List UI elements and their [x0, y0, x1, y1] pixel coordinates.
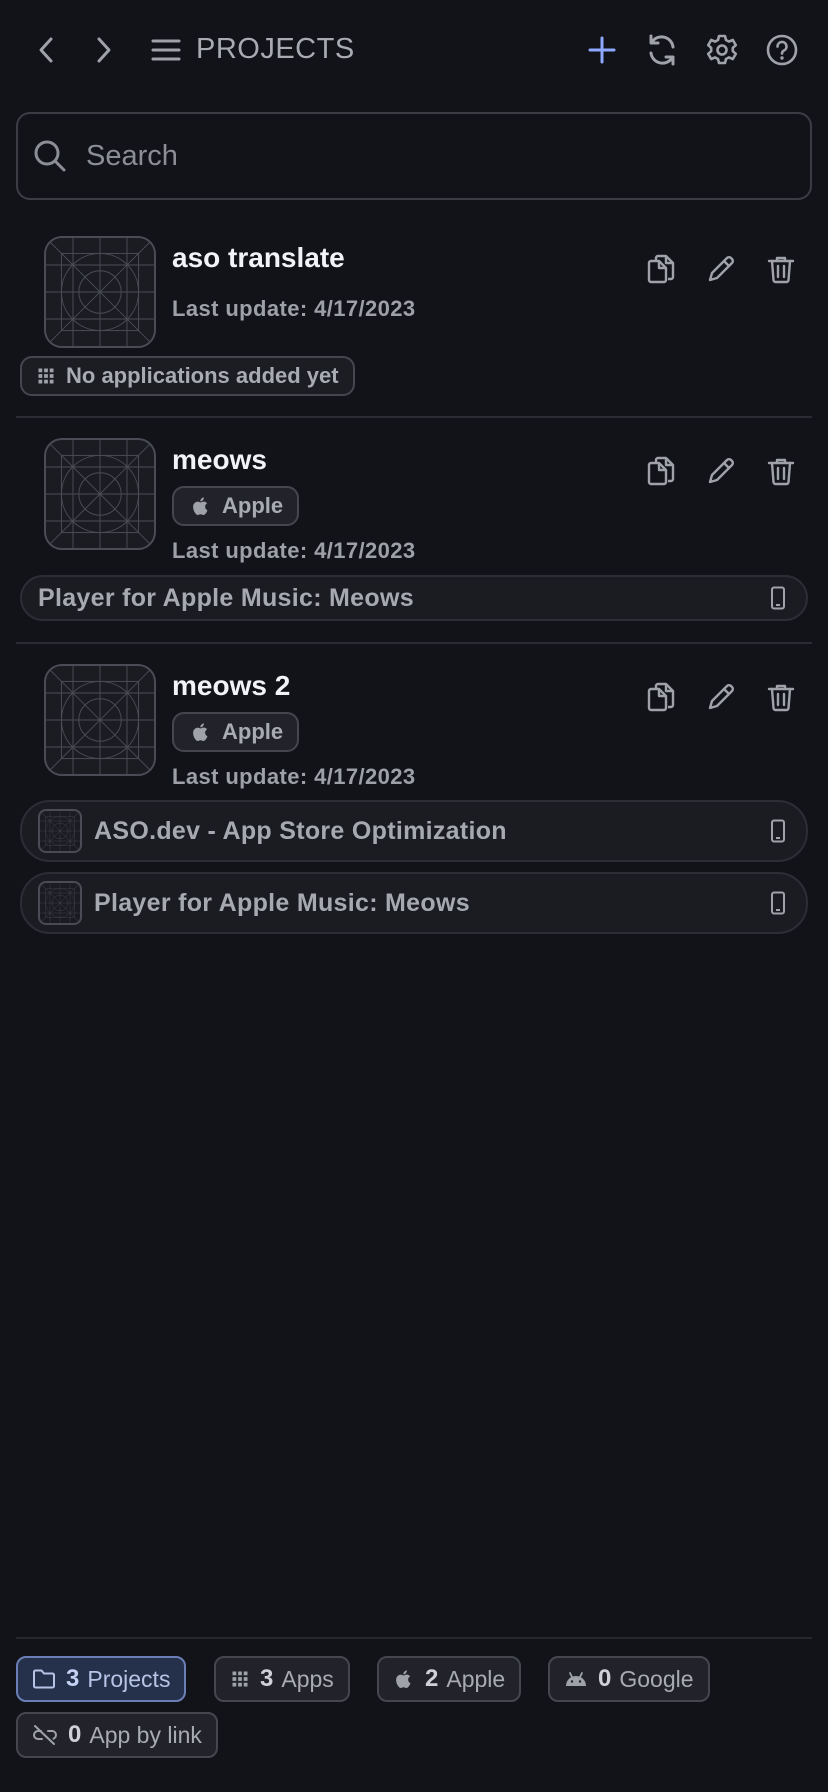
app-item[interactable]: Player for Apple Music: Meows: [20, 575, 808, 621]
stat-app-by-link[interactable]: 0 App by link: [16, 1712, 218, 1758]
android-icon: [566, 1672, 586, 1686]
help-button[interactable]: [762, 30, 802, 70]
store-label: Apple: [222, 493, 284, 518]
divider: [16, 416, 812, 418]
project-icon-placeholder: [44, 438, 156, 550]
pencil-icon: [705, 253, 737, 285]
chevron-right-icon: [97, 37, 111, 63]
project-name: meows 2: [172, 670, 291, 701]
project-actions: [622, 450, 802, 492]
project-name: meows: [172, 444, 267, 475]
edit-button[interactable]: [700, 450, 742, 492]
no-apps-chip: No applications added yet: [20, 356, 355, 396]
pencil-icon: [705, 681, 737, 713]
store-badge-apple: Apple: [172, 486, 300, 526]
search-icon: [34, 140, 66, 172]
no-apps-label: No applications added yet: [66, 363, 339, 388]
settings-button[interactable]: [702, 30, 742, 70]
stat-label: Apple: [446, 1665, 506, 1692]
edit-button[interactable]: [700, 248, 742, 290]
menu-button[interactable]: [146, 30, 186, 70]
gear-icon: [706, 34, 738, 65]
delete-button[interactable]: [760, 248, 802, 290]
stat-label: Google: [619, 1665, 694, 1692]
edit-button[interactable]: [700, 676, 742, 718]
stat-google[interactable]: 0 Google: [548, 1656, 710, 1702]
trash-icon: [765, 253, 797, 285]
chevron-left-icon: [39, 37, 53, 63]
stat-label: Projects: [87, 1665, 171, 1692]
project-last-update: Last update: 4/17/2023: [172, 296, 416, 321]
stat-apple[interactable]: 2 Apple: [377, 1656, 522, 1702]
folder-icon: [33, 1669, 55, 1689]
duplicate-button[interactable]: [640, 450, 682, 492]
app-name: ASO.dev - App Store Optimization: [94, 816, 507, 845]
stat-apps[interactable]: 3 Apps: [214, 1656, 350, 1702]
apple-icon: [190, 721, 212, 743]
grid-icon: [36, 366, 56, 386]
apple-icon: [190, 495, 212, 517]
duplicate-button[interactable]: [640, 676, 682, 718]
phone-icon: [768, 819, 788, 843]
phone-icon: [768, 891, 788, 915]
duplicate-button[interactable]: [640, 248, 682, 290]
app-item[interactable]: Player for Apple Music: Meows: [20, 872, 808, 934]
project-actions: [622, 248, 802, 290]
store-label: Apple: [222, 719, 284, 744]
copy-icon: [645, 253, 677, 285]
divider: [16, 642, 812, 644]
app-icon-placeholder: [38, 809, 82, 853]
delete-button[interactable]: [760, 676, 802, 718]
sync-icon: [649, 34, 675, 66]
app-item[interactable]: ASO.dev - App Store Optimization: [20, 800, 808, 862]
project-actions: [622, 676, 802, 718]
add-project-button[interactable]: [582, 30, 622, 70]
trash-icon: [765, 681, 797, 713]
project-last-update: Last update: 4/17/2023: [172, 538, 416, 563]
stat-label: Apps: [281, 1665, 334, 1692]
trash-icon: [765, 455, 797, 487]
app-icon-placeholder: [38, 881, 82, 925]
plus-icon: [588, 36, 616, 64]
search-input[interactable]: [86, 139, 766, 173]
pencil-icon: [705, 455, 737, 487]
copy-icon: [645, 455, 677, 487]
top-bar: PROJECTS: [0, 0, 828, 104]
help-icon: [766, 34, 798, 66]
page-title: PROJECTS: [196, 33, 355, 65]
app-name: Player for Apple Music: Meows: [38, 583, 414, 612]
link-off-icon: [33, 1725, 57, 1745]
apple-icon: [393, 1668, 415, 1690]
delete-button[interactable]: [760, 450, 802, 492]
store-badge-apple: Apple: [172, 712, 300, 752]
stat-count: 3: [260, 1665, 274, 1692]
stat-count: 2: [425, 1665, 439, 1692]
menu-icon: [151, 39, 181, 61]
project-name: aso translate: [172, 242, 345, 273]
project-card[interactable]: aso translate Last update: 4/17/2023 No …: [16, 236, 812, 396]
back-button[interactable]: [28, 30, 64, 70]
project-icon-placeholder: [44, 664, 156, 776]
grid-icon: [230, 1669, 250, 1689]
stat-count: 0: [598, 1665, 612, 1692]
copy-icon: [645, 681, 677, 713]
footer-divider: [16, 1637, 812, 1639]
project-icon-placeholder: [44, 236, 156, 348]
project-last-update: Last update: 4/17/2023: [172, 764, 416, 789]
stat-projects[interactable]: 3 Projects: [16, 1656, 187, 1702]
stat-count: 3: [66, 1665, 80, 1692]
search-box[interactable]: [16, 112, 812, 200]
app-name: Player for Apple Music: Meows: [94, 888, 470, 917]
sync-button[interactable]: [642, 30, 682, 70]
phone-icon: [768, 586, 788, 610]
stat-count: 0: [68, 1721, 82, 1748]
project-card[interactable]: meows 2 Apple Last update: 4/17/2023: [16, 664, 812, 794]
stat-label: App by link: [89, 1721, 202, 1748]
forward-button[interactable]: [86, 30, 122, 70]
